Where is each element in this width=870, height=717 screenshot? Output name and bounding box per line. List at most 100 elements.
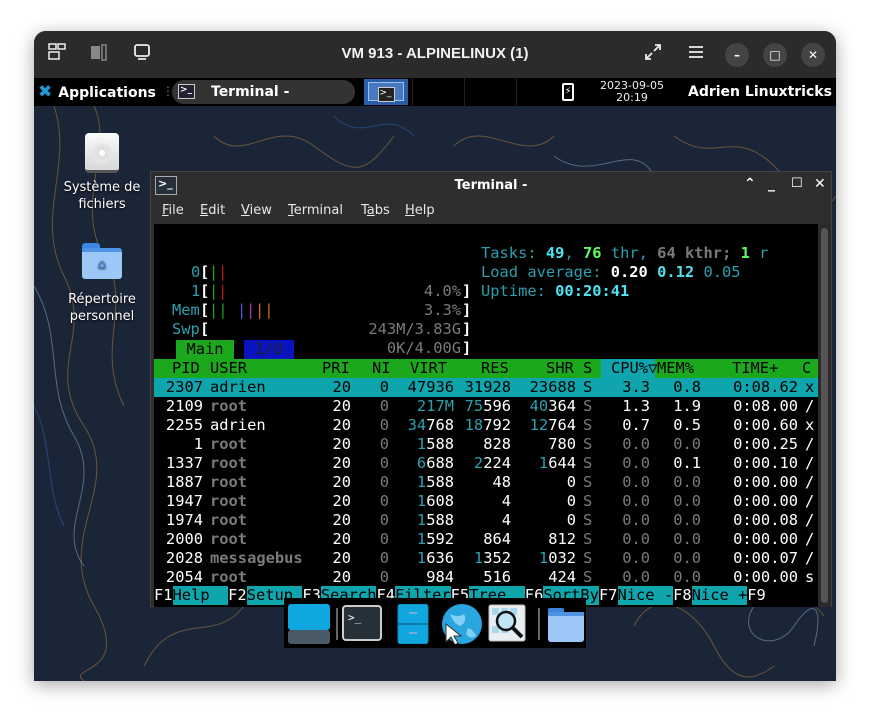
fkey-f9[interactable]: F9 [747, 586, 766, 605]
workspace-switcher[interactable]: >_ [364, 79, 408, 105]
column-header-mem[interactable]: MEM% [657, 359, 694, 378]
process-row[interactable]: 1337 root 20 0 6688 2224 1644 S 0.0 0.1 0:00.10 / [154, 454, 818, 473]
menu-edit[interactable]: Edit [200, 203, 225, 218]
cell-pid: 2307 [165, 378, 203, 396]
column-header-ni[interactable]: NI [372, 359, 391, 378]
cell-cpu: 0.0 [622, 549, 650, 567]
process-row[interactable]: 2054 root 20 0 984 516 424 S 0.0 0.0 0:00.00 s [154, 568, 818, 587]
shade-button[interactable]: ⌃ [744, 176, 756, 192]
cell-time: 0:00.00 [733, 568, 798, 586]
clock[interactable]: 2023-09-05 20:19 [594, 80, 670, 104]
cell-pri: 20 [332, 568, 351, 586]
minimize-button[interactable]: _ [768, 176, 775, 192]
cell-user: root [210, 530, 248, 548]
terminal-titlebar[interactable]: >_ Terminal - ⌃ _ ☐ ✕ [151, 172, 831, 200]
cell-s: S [583, 416, 593, 434]
vm-titlebar: VM 913 - ALPINELINUX (1) – □ ✕ [34, 31, 836, 78]
process-row[interactable]: 1 root 20 0 1588 828 780 S 0.0 0.0 0:00.25 / [154, 435, 818, 454]
process-row[interactable]: 2028 messagebus 20 0 1636 1352 1032 S 0.0 0.0 0:00… [154, 549, 818, 568]
dock-web-browser[interactable] [440, 604, 482, 646]
dock-separator [538, 608, 540, 640]
fkey-label-nice[interactable]: Nice + [691, 586, 748, 605]
process-row[interactable]: 1947 root 20 0 1608 4 0 S 0.0 0.0 0:00.00/ [154, 492, 818, 511]
process-row-selected[interactable]: 2307 adrien 20 0 47936 31928 23688 S 3.3 0.8 0:08.… [154, 378, 818, 397]
column-header-command[interactable]: C [802, 359, 811, 378]
terminal-scrollbar[interactable] [818, 224, 831, 607]
fkey-label-nice[interactable]: Nice - [617, 586, 674, 605]
fkey-f7[interactable]: F7 [599, 586, 618, 605]
menu-view[interactable]: View [241, 203, 272, 218]
cell-pid: 1337 [165, 454, 203, 472]
cell-res: 516 [483, 568, 511, 586]
hamburger-menu-icon[interactable] [685, 43, 707, 65]
fkey-f1[interactable]: F1 [154, 586, 173, 605]
tab-main[interactable]: Main [176, 340, 234, 359]
fkey-f8[interactable]: F8 [673, 586, 692, 605]
maximize-button[interactable]: ☐ [791, 176, 803, 191]
user-menu[interactable]: Adrien Linuxtricks [688, 78, 832, 106]
cell-s: S [583, 378, 593, 396]
column-header-cpu[interactable]: CPU%▽ [611, 359, 657, 378]
cell-res: 4 [501, 511, 511, 529]
taskbar-button-terminal[interactable]: >_ Terminal - [172, 80, 355, 104]
column-header-res[interactable]: RES [481, 359, 509, 378]
terminal-icon: >_ [178, 83, 195, 99]
desktop-icon-filesystem[interactable]: Système de fichiers [52, 133, 152, 213]
minimize-button[interactable]: – [725, 43, 749, 67]
column-header-state[interactable]: S [583, 359, 592, 378]
column-header-pri[interactable]: PRI [322, 359, 350, 378]
load-average: Load average: 0.20 0.12 0.05 [481, 263, 741, 281]
applications-menu-button[interactable]: ✖ Applications [38, 78, 156, 106]
fkey-f2[interactable]: F2 [228, 586, 247, 605]
battery-charging-icon[interactable]: ⚡ [562, 83, 574, 101]
fkey-label-help[interactable]: Help [172, 586, 229, 605]
workspace-1[interactable]: >_ [368, 82, 404, 102]
process-row[interactable]: 2255 adrien 20 0 34768 18792 12764 S 0.7 0.5 0:00.… [154, 416, 818, 435]
menu-terminal[interactable]: Terminal [288, 203, 343, 218]
close-button[interactable]: ✕ [814, 176, 826, 192]
maximize-button[interactable]: □ [763, 43, 787, 67]
tab-io[interactable]: I/O [244, 340, 294, 359]
column-header-virt[interactable]: VIRT [410, 359, 447, 378]
column-header-shr[interactable]: SHR [546, 359, 574, 378]
scrollbar-thumb[interactable] [821, 228, 828, 603]
hard-drive-icon [85, 133, 119, 173]
column-header-time[interactable]: TIME+ [732, 359, 778, 378]
desktop-icon-home[interactable]: ⌂ Répertoire personnel [52, 243, 152, 325]
cell-time: 0:00.08 [733, 511, 798, 529]
cell-ni: 0 [379, 416, 389, 434]
menu-tabs[interactable]: Tabs [361, 203, 390, 218]
cell-shr: 23688 [529, 378, 576, 396]
process-row[interactable]: 1887 root 20 0 1588 48 0 S 0.0 0.0 0:00.00/ [154, 473, 818, 492]
fullscreen-icon[interactable] [642, 43, 664, 65]
dock-app-finder[interactable] [488, 604, 530, 644]
tasks-summary: Tasks: 49, 76 thr, 64 kthr; 1 r [481, 244, 769, 262]
dock-home-folder[interactable] [546, 604, 588, 644]
dock-terminal[interactable]: >_ [342, 604, 384, 644]
process-row[interactable]: 2000 root 20 0 1592 864 812 S 0.0 0.0 0:00.00 / [154, 530, 818, 549]
column-header-pid[interactable]: PID [172, 359, 200, 378]
cell-shr: 12764 [529, 416, 576, 434]
cell-time: 0:08.62 [733, 378, 798, 396]
column-header-user[interactable]: USER [210, 359, 247, 378]
close-button[interactable]: ✕ [801, 43, 825, 67]
panel-divider [412, 78, 413, 106]
cell-user: root [210, 473, 248, 491]
menu-file[interactable]: File [162, 203, 184, 218]
cell-res: 4 [501, 492, 511, 510]
cell-cmd: / [805, 511, 815, 529]
cell-s: S [583, 530, 593, 548]
cell-ni: 0 [379, 549, 389, 567]
dock-file-cabinet[interactable] [396, 603, 438, 645]
cell-s: S [583, 473, 593, 491]
cell-time: 0:00.07 [733, 549, 798, 567]
process-row[interactable]: 1974 root 20 0 1588 4 0 S 0.0 0.0 0:00.08/ [154, 511, 818, 530]
htop-output[interactable]: 0[| | 4.0%] 1[| | 3.3%] Mem[|| | | || 243M/3.… [154, 224, 818, 607]
cell-pid: 2109 [165, 397, 203, 415]
process-row[interactable]: 2109 root 20 0 217M 75596 40364 S 1.3 1.9 0:08.00 / [154, 397, 818, 416]
cell-ni: 0 [379, 530, 389, 548]
cell-mem: 0.5 [673, 416, 701, 434]
menu-help[interactable]: Help [405, 203, 435, 218]
cell-user: root [210, 568, 248, 586]
dock-show-desktop[interactable] [288, 604, 330, 644]
